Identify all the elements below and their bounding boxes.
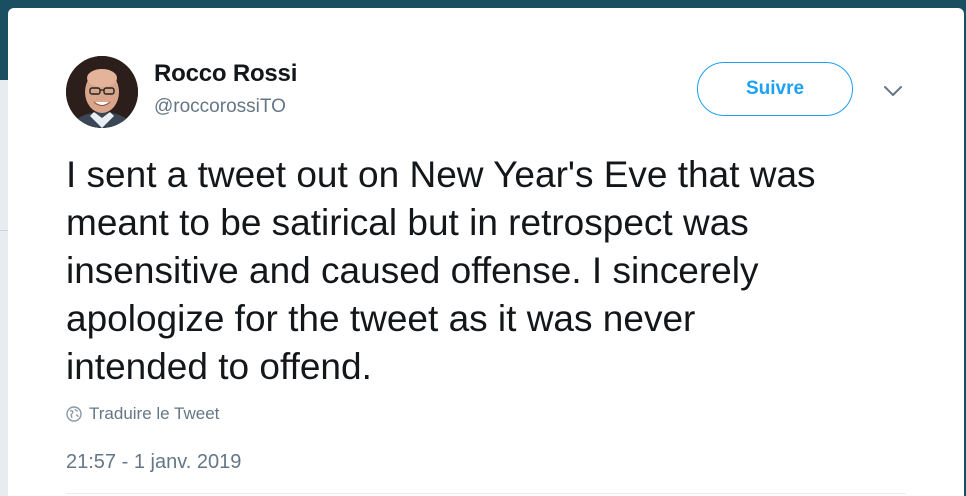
tweet-timestamp[interactable]: 21:57 - 1 janv. 2019: [66, 451, 241, 474]
author-name[interactable]: Rocco Rossi: [154, 60, 297, 88]
avatar[interactable]: [66, 56, 138, 128]
divider: [66, 493, 906, 494]
translate-tweet-link[interactable]: Traduire le Tweet: [66, 404, 219, 424]
avatar-image: [66, 56, 138, 128]
tweet-text: I sent a tweet out on New Year's Eve tha…: [66, 154, 816, 387]
translate-label: Traduire le Tweet: [89, 404, 220, 423]
follow-button[interactable]: Suivre: [697, 62, 853, 116]
globe-icon: [66, 406, 82, 422]
tweet-card: Rocco Rossi @roccorossiTO Suivre I sent …: [8, 8, 964, 496]
chevron-down-icon[interactable]: [880, 80, 906, 102]
author-handle[interactable]: @roccorossiTO: [154, 96, 286, 118]
